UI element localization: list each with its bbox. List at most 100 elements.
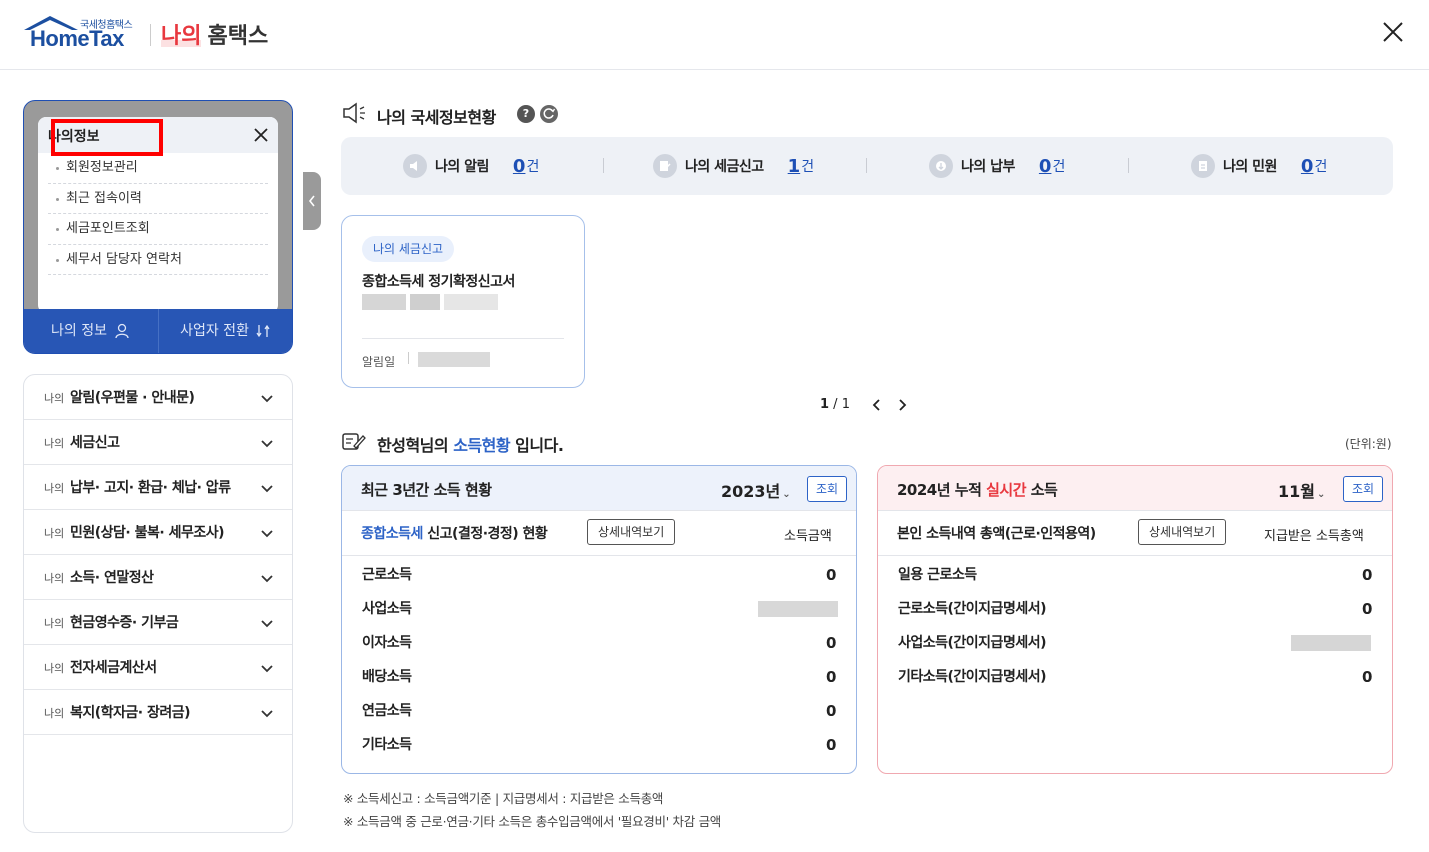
- row-label: 사업소득(간이지급명세서): [898, 635, 1046, 651]
- chevron-down-icon: [261, 575, 273, 583]
- status-unit: 건: [801, 159, 815, 175]
- close-icon[interactable]: [1381, 20, 1405, 44]
- status-label: 나의 민원: [1223, 159, 1277, 175]
- refresh-icon[interactable]: [540, 105, 558, 123]
- popup-item-tax-points[interactable]: 세금포인트조회: [48, 214, 268, 245]
- sidebar-item-tax-filing[interactable]: 나의 세금신고: [24, 420, 292, 465]
- sidebar-item-e-invoice[interactable]: 나의 전자세금계산서: [24, 645, 292, 690]
- panel-title: 2024년 누적 실시간 소득: [897, 479, 1058, 500]
- chevron-down-icon: [261, 665, 273, 673]
- footnote: ※ 소득금액 중 근로·연금·기타 소득은 총수입금액에서 '필요경비' 차감 …: [343, 814, 721, 829]
- table-row: 근로소득(간이지급명세서) 0: [878, 590, 1392, 624]
- panel-title-highlight: 실시간: [986, 481, 1027, 499]
- logo-divider: [150, 24, 151, 46]
- panel-header: 최근 3년간 소득 현황 2023년 ⌄ 조회: [342, 466, 856, 511]
- detail-view-button[interactable]: 상세내역보기: [587, 519, 676, 545]
- row-label: 연금소득: [362, 703, 412, 719]
- row-value: 0: [1362, 566, 1373, 584]
- help-icon[interactable]: ?: [517, 105, 535, 123]
- table-row: 사업소득(간이지급명세서): [878, 624, 1392, 658]
- popup-item-member-info[interactable]: 회원정보관리: [48, 153, 268, 184]
- menu-label: 소득· 연말정산: [70, 570, 154, 586]
- megaphone-icon: [343, 102, 365, 124]
- status-count[interactable]: 0: [1301, 156, 1314, 177]
- card-divider: [362, 338, 564, 339]
- divider: [603, 158, 604, 173]
- sidebar-item-income[interactable]: 나의 소득· 연말정산: [24, 555, 292, 600]
- menu-prefix: 나의: [44, 617, 65, 630]
- speaker-icon: [403, 154, 427, 178]
- footnote: ※ 소득세신고 : 소득금액기준 | 지급명세서 : 지급받은 소득총액: [343, 791, 664, 806]
- sidebar-item-welfare[interactable]: 나의 복지(학자금· 장려금): [24, 690, 292, 735]
- search-button[interactable]: 조회: [807, 476, 847, 502]
- page-title-highlight: 나의: [161, 24, 202, 49]
- popup-item-recent-access[interactable]: 최근 접속이력: [48, 184, 268, 214]
- redacted-text: [362, 294, 406, 310]
- status-item-civil-affairs[interactable]: 나의 민원 0건: [1191, 137, 1327, 195]
- chevron-left-icon[interactable]: [871, 398, 883, 412]
- hometax-logo[interactable]: 국세청홈택스 HomeTax: [22, 12, 144, 56]
- status-item-payment[interactable]: 나의 납부 0건: [929, 137, 1065, 195]
- menu-label: 현금영수증· 기부금: [70, 615, 179, 631]
- month-select[interactable]: 11월 ⌄: [1278, 478, 1325, 502]
- row-label: 이자소득: [362, 635, 412, 651]
- detail-view-button[interactable]: 상세내역보기: [1138, 519, 1227, 545]
- menu-label: 전자세금계산서: [70, 660, 157, 676]
- pager-separator: /: [829, 397, 842, 412]
- sidebar-item-notifications[interactable]: 나의 알림(우편물 · 안내문): [24, 375, 292, 420]
- popup-header: 나의정보: [38, 117, 278, 153]
- page-title: 나의 홈택스: [161, 18, 268, 50]
- sidebar-collapse-tab[interactable]: [303, 172, 321, 230]
- search-button[interactable]: 조회: [1343, 476, 1383, 502]
- menu-label: 민원(상담· 불복· 세무조사): [70, 525, 224, 541]
- chevron-left-icon: [308, 195, 315, 207]
- menu-label: 복지(학자금· 장려금): [70, 705, 191, 721]
- table-row: 이자소득 0: [342, 624, 856, 658]
- pager-total: 1: [841, 397, 850, 412]
- row-value: 0: [1362, 668, 1373, 686]
- table-row: 사업소득: [342, 590, 856, 624]
- status-unit: 건: [526, 159, 540, 175]
- document-edit-icon: [653, 154, 677, 178]
- status-item-tax-filing[interactable]: 나의 세금신고 1건: [653, 137, 814, 195]
- redacted-text: [444, 294, 498, 310]
- panel-subheader: 본인 소득내역 총액(근로·인적용역) 상세내역보기 지급받은 소득총액: [878, 511, 1392, 556]
- income-suffix: 입니다.: [515, 436, 564, 455]
- table-row: 연금소득 0: [342, 692, 856, 726]
- page-title-rest: 홈택스: [207, 24, 269, 49]
- realtime-income-panel: 2024년 누적 실시간 소득 11월 ⌄ 조회 본인 소득내역 총액(근로·인적…: [877, 465, 1393, 774]
- status-count[interactable]: 0: [1039, 156, 1052, 177]
- table-row: 근로소득 0: [342, 556, 856, 590]
- status-count[interactable]: 0: [513, 156, 526, 177]
- column-header: 지급받은 소득총액: [1264, 529, 1364, 544]
- sidebar-item-payment[interactable]: 나의 납부· 고지· 환급· 체납· 압류: [24, 465, 292, 510]
- sidebar-item-civil-affairs[interactable]: 나의 민원(상담· 불복· 세무조사): [24, 510, 292, 555]
- sidebar-item-cash-receipt[interactable]: 나의 현금영수증· 기부금: [24, 600, 292, 645]
- year-value: 2023년: [721, 482, 781, 501]
- status-count[interactable]: 1: [788, 156, 801, 177]
- tax-filing-card[interactable]: 나의 세금신고 종합소득세 정기확정신고서 알림일: [341, 215, 585, 388]
- row-label: 사업소득: [362, 601, 412, 617]
- divider: [1128, 158, 1129, 173]
- switch-business-button[interactable]: 사업자 전환: [159, 309, 293, 353]
- memo-pen-icon: [342, 433, 366, 450]
- my-info-popup: 나의정보 회원정보관리 최근 접속이력 세금포인트조회 세무서 담당자 연락처: [38, 117, 278, 313]
- status-label: 나의 알림: [435, 159, 489, 175]
- popup-close-icon[interactable]: [252, 126, 270, 144]
- refresh-glyph-icon: [543, 108, 556, 119]
- popup-item-tax-office-contact[interactable]: 세무서 담당자 연락처: [48, 245, 268, 275]
- chevron-right-icon[interactable]: [896, 398, 908, 412]
- logo-text: HomeTax: [30, 26, 124, 51]
- my-info-button[interactable]: 나의 정보: [24, 309, 159, 353]
- year-select[interactable]: 2023년 ⌄: [721, 478, 791, 502]
- sub-title-highlight: 종합소득세: [361, 526, 423, 542]
- chevron-down-icon: [261, 530, 273, 538]
- row-value: 0: [826, 566, 837, 584]
- footnotes: ※ 소득세신고 : 소득금액기준 | 지급명세서 : 지급받은 소득총액 ※ 소…: [343, 787, 721, 833]
- menu-prefix: 나의: [44, 572, 65, 585]
- chevron-down-icon: [261, 710, 273, 718]
- sub-title: 종합소득세 신고(결정·경정) 현황: [361, 523, 548, 543]
- my-info-label: 나의 정보: [51, 323, 108, 339]
- status-item-notifications[interactable]: 나의 알림 0건: [403, 137, 539, 195]
- status-section-title: 나의 국세정보현황: [377, 108, 496, 127]
